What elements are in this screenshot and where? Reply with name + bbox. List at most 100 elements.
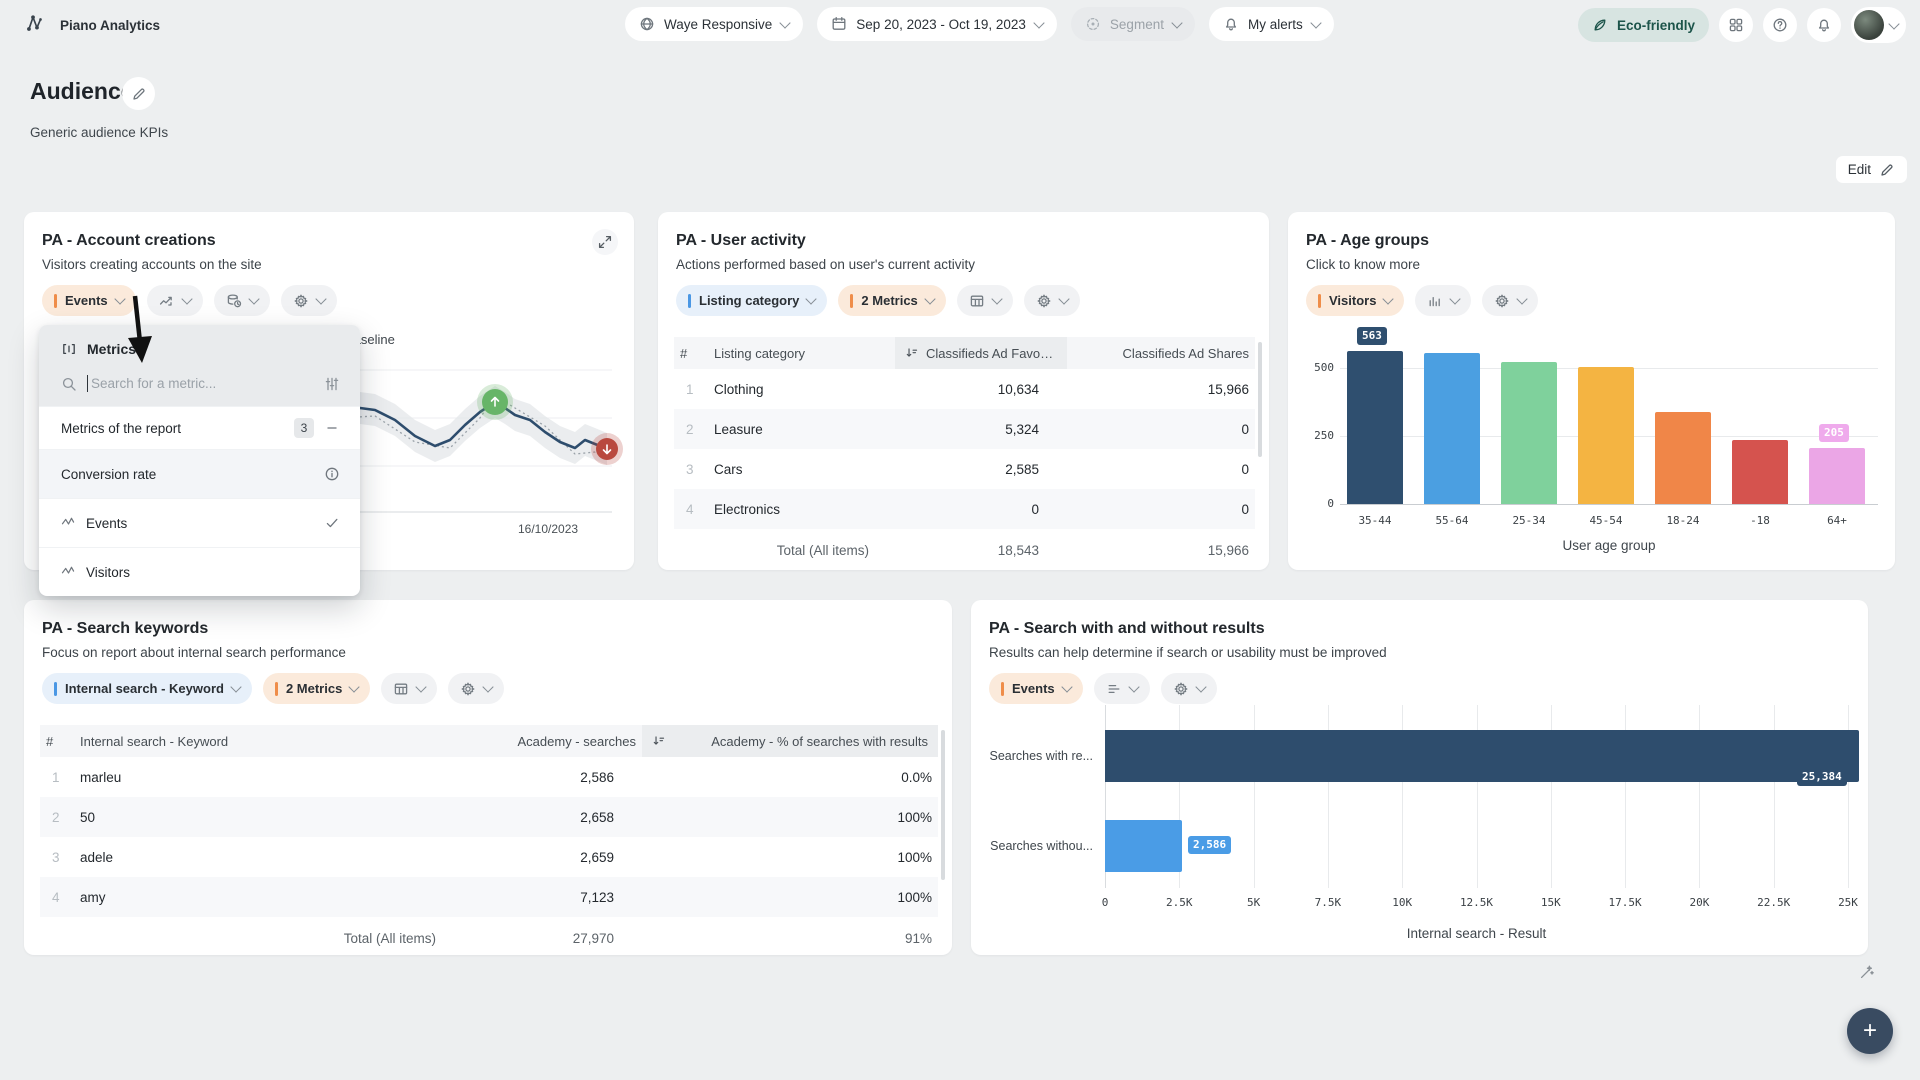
table-row[interactable]: 4Electronics00 [674,489,1255,529]
notifications-button[interactable] [1807,8,1841,42]
gear-pill[interactable] [448,673,504,704]
table-row[interactable]: 1Clothing10,63415,966 [674,369,1255,409]
metrics-group-label: Metrics of the report [61,421,181,436]
avatar [1854,10,1884,40]
my-alerts-button[interactable]: My alerts [1209,7,1334,41]
card-title: PA - User activity [676,232,1251,250]
table-row[interactable]: 2502,658100% [40,797,938,837]
table-row[interactable]: 4amy7,123100% [40,877,938,917]
pulse-icon [61,563,76,578]
trend-pill[interactable] [147,285,203,316]
metric-option-label: Conversion rate [61,467,156,482]
table-row[interactable]: 3Cars2,5850 [674,449,1255,489]
page-subtitle: Generic audience KPIs [30,125,168,140]
metrics-dropdown: Metrics Metrics of the report 3 Conversi… [39,325,360,596]
bell-icon [1816,17,1832,33]
row-index: 1 [674,382,708,397]
rename-dashboard-button[interactable] [122,77,155,110]
row-value: 0 [1067,422,1255,437]
bar-18-24[interactable] [1655,412,1711,504]
pill-label: 2 Metrics [861,293,917,308]
row-value: 7,123 [462,890,642,905]
search_keywords-pill-2-metrics[interactable]: 2 Metrics [263,673,370,704]
row-value: 0 [1067,502,1255,517]
pill-label: Internal search - Keyword [65,681,224,696]
sliders-icon [324,376,340,392]
x-tick-label: 20K [1669,896,1729,909]
pill-label: Listing category [699,293,799,308]
sortd-icon [652,734,666,748]
gear-icon [460,681,476,697]
help-button[interactable] [1763,8,1797,42]
search_keywords-pill-internal-search-keyword[interactable]: Internal search - Keyword [42,673,252,704]
bar-25-34[interactable] [1501,362,1557,504]
column-header[interactable]: Internal search - Keyword [74,734,462,749]
column-header[interactable]: # [40,734,74,749]
site-selector[interactable]: Waye Responsive [625,7,803,41]
dbclock-pill[interactable] [214,285,270,316]
row-index: 4 [674,502,708,517]
table-row[interactable]: 1marleu2,5860.0% [40,757,938,797]
chevron-down-icon [1033,17,1044,28]
column-header[interactable]: Listing category [708,346,895,361]
account_creations-pill-events[interactable]: Events [42,285,136,316]
metric-option-conversion-rate[interactable]: Conversion rate [39,449,360,498]
search-icon [61,376,77,392]
card-title: PA - Search keywords [42,620,934,638]
column-header[interactable]: # [674,346,708,361]
expand-widget-button[interactable] [592,229,618,255]
table-row[interactable]: 2Leasure5,3240 [674,409,1255,449]
gear-pill[interactable] [1024,285,1080,316]
metric-option-visitors[interactable]: Visitors [39,547,360,596]
user-menu[interactable] [1851,7,1906,43]
site-selector-label: Waye Responsive [664,17,772,32]
edit-dashboard-button[interactable]: Edit [1836,156,1907,183]
bar-64+[interactable] [1809,448,1865,504]
chevron-down-icon [1171,17,1182,28]
column-header-sorted[interactable]: Academy - % of searches with results [642,725,938,757]
metrics-count-badge: 3 [294,418,314,438]
bar-searches-with-results[interactable] [1105,730,1859,782]
table-pill[interactable] [957,285,1013,316]
app-name: Piano Analytics [60,18,160,33]
bar-45-54[interactable] [1578,367,1634,504]
date-range-picker[interactable]: Sep 20, 2023 - Oct 19, 2023 [817,7,1057,41]
apps-grid-button[interactable] [1719,8,1753,42]
user_activity-pill-2-metrics[interactable]: 2 Metrics [838,285,945,316]
user_activity-pill-listing-category[interactable]: Listing category [676,285,827,316]
x-tick-label: 25K [1818,896,1878,909]
column-header-sorted[interactable]: Classifieds Ad Favorit... [895,337,1067,369]
eco-friendly-label: Eco-friendly [1617,18,1695,33]
metric-search-input[interactable] [87,375,314,392]
bar-35-44[interactable] [1347,351,1403,504]
dbclock-icon [226,293,242,309]
x-tick-label: -18 [1721,514,1799,527]
scrollbar[interactable] [941,730,945,880]
page-title: Audience [30,78,134,105]
metrics-icon [61,341,77,357]
row-value: 2,586 [462,770,642,785]
category-label: Searches with re... [981,749,1093,763]
segment-selector[interactable]: Segment [1071,7,1195,41]
metrics-dropdown-title: Metrics [39,325,360,363]
add-widget-button[interactable]: + [1847,1008,1893,1054]
x-axis-title: User age group [1340,538,1878,553]
eco-friendly-badge[interactable]: Eco-friendly [1578,8,1709,42]
pill-label: Events [65,293,108,308]
metric-option-events[interactable]: Events [39,498,360,547]
table-row[interactable]: 3adele2,659100% [40,837,938,877]
metrics-group-header[interactable]: Metrics of the report 3 [39,406,360,449]
bar--18[interactable] [1732,440,1788,504]
scrollbar[interactable] [1258,342,1262,457]
column-header[interactable]: Classifieds Ad Shares [1067,346,1255,361]
gear-pill[interactable] [281,285,337,316]
bar-55-64[interactable] [1424,353,1480,504]
assistant-wand-button[interactable] [1852,958,1882,988]
row-index: 3 [40,850,74,865]
edit-label: Edit [1848,162,1871,177]
table-pill[interactable] [381,673,437,704]
bell-icon [1223,16,1239,32]
bar-searches-without-results[interactable] [1105,820,1182,872]
column-header[interactable]: Academy - searches [462,734,642,749]
row-label: amy [74,890,462,905]
